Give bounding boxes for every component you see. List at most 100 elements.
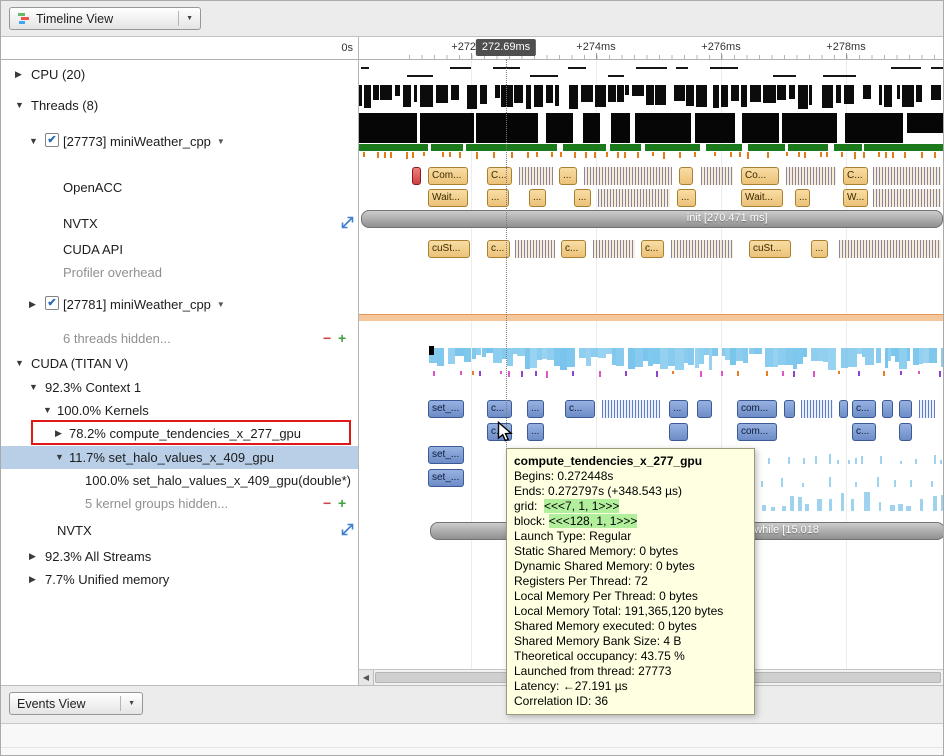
tree-row-11-7-set-halo-values-x-409-gpu[interactable]: ▼11.7% set_halo_values_x_409_gpu bbox=[1, 446, 358, 469]
timeline-event[interactable]: C... bbox=[843, 167, 868, 185]
collapse-icon[interactable]: ▼ bbox=[15, 100, 24, 111]
timeline-event-cluster[interactable] bbox=[671, 240, 733, 258]
timeline-event[interactable]: set_... bbox=[428, 446, 464, 464]
timeline-event[interactable]: cuSt... bbox=[428, 240, 470, 258]
timeline-event[interactable]: Com... bbox=[428, 167, 468, 185]
timeline-event[interactable]: set_... bbox=[428, 400, 464, 418]
timeline-event[interactable]: c... bbox=[561, 240, 586, 258]
tree-row-7-7-unified-memory[interactable]: ▶7.7% Unified memory bbox=[1, 568, 358, 591]
timeline-event[interactable]: Wait... bbox=[741, 189, 783, 207]
tree-row-100-0-kernels[interactable]: ▼100.0% Kernels bbox=[1, 399, 358, 422]
timeline-event[interactable]: Wait... bbox=[428, 189, 468, 207]
events-view-dropdown[interactable]: Events View ▼ bbox=[9, 692, 143, 715]
timeline-event-cluster[interactable] bbox=[519, 167, 553, 185]
timeline-event[interactable]: ... bbox=[677, 189, 696, 207]
nvtx-range-init[interactable]: init [270.471 ms] bbox=[361, 210, 943, 228]
thread-activity-band[interactable] bbox=[359, 314, 944, 321]
timeline-event-cluster[interactable] bbox=[598, 189, 670, 207]
openacc-error-event[interactable] bbox=[412, 167, 421, 185]
timeline-event[interactable]: ... bbox=[811, 240, 828, 258]
timeline-event[interactable]: c... bbox=[852, 423, 876, 441]
tree-row-92-3-all-streams[interactable]: ▶92.3% All Streams bbox=[1, 545, 358, 568]
timeline-event[interactable]: ... bbox=[574, 189, 591, 207]
timeline-event-cluster[interactable] bbox=[515, 240, 555, 258]
timeline-view-dropdown[interactable]: Timeline View ▼ bbox=[9, 7, 201, 30]
chevron-down-icon[interactable]: ▼ bbox=[217, 137, 225, 146]
memory-op-tick bbox=[521, 371, 523, 377]
timeline-event[interactable]: com... bbox=[737, 423, 777, 441]
timeline-event-small[interactable] bbox=[839, 400, 848, 418]
timeline-event[interactable]: ... bbox=[527, 423, 544, 441]
timeline-event[interactable]: ... bbox=[527, 400, 544, 418]
timeline-event-cluster[interactable] bbox=[839, 240, 941, 258]
tree-row-nvtx[interactable]: NVTX bbox=[1, 212, 358, 235]
expand-icon[interactable]: ▶ bbox=[29, 551, 36, 562]
collapse-icon[interactable]: ▼ bbox=[15, 358, 24, 369]
tree-row-cuda-titan-v[interactable]: ▼CUDA (TITAN V) bbox=[1, 352, 358, 375]
tree-row-openacc[interactable]: OpenACC bbox=[1, 176, 358, 199]
timeline-event-cluster[interactable] bbox=[786, 167, 836, 185]
show-row-icon[interactable]: + bbox=[338, 496, 346, 511]
timeline-event-small[interactable] bbox=[899, 400, 912, 418]
timeline-event[interactable]: com... bbox=[737, 400, 777, 418]
timeline-event[interactable]: C... bbox=[487, 167, 512, 185]
timeline-event-cluster[interactable] bbox=[801, 400, 833, 418]
expand-row-icon[interactable] bbox=[341, 216, 354, 232]
timeline-event-small[interactable] bbox=[697, 400, 712, 418]
show-row-icon[interactable]: + bbox=[338, 331, 346, 346]
scroll-left-button[interactable]: ◀ bbox=[359, 670, 374, 685]
collapse-icon[interactable]: ▼ bbox=[43, 405, 52, 416]
collapse-icon[interactable]: ▼ bbox=[29, 136, 38, 147]
timeline-event[interactable]: Co... bbox=[741, 167, 779, 185]
expand-icon[interactable]: ▶ bbox=[55, 428, 62, 439]
tree-row-100-0-set-halo-values-x-409-gpu-double[interactable]: 100.0% set_halo_values_x_409_gpu(double*… bbox=[1, 469, 358, 492]
kernel-tick bbox=[837, 460, 839, 464]
timeline-event[interactable]: c... bbox=[565, 400, 595, 418]
expand-row-icon[interactable] bbox=[341, 523, 354, 539]
collapse-icon[interactable]: ▼ bbox=[55, 452, 64, 463]
chevron-down-icon[interactable]: ▼ bbox=[217, 300, 225, 309]
timeline-event[interactable]: W... bbox=[843, 189, 868, 207]
tree-row-27773-miniweather-cpp[interactable]: ▼✔[27773] miniWeather_cpp▼ bbox=[1, 130, 358, 153]
timeline-event-cluster[interactable] bbox=[873, 189, 941, 207]
timeline-event-cluster[interactable] bbox=[919, 400, 935, 418]
timeline-event[interactable]: set_... bbox=[428, 469, 464, 487]
timeline-event-small[interactable] bbox=[669, 423, 688, 441]
timeline-event[interactable]: c... bbox=[487, 400, 512, 418]
checkbox[interactable]: ✔ bbox=[45, 133, 59, 147]
collapse-icon[interactable]: ▼ bbox=[29, 382, 38, 393]
tree-row-5-kernel-groups-hidden[interactable]: 5 kernel groups hidden...−+ bbox=[1, 492, 358, 515]
timeline-event-cluster[interactable] bbox=[593, 240, 635, 258]
tree-row-6-threads-hidden[interactable]: 6 threads hidden...−+ bbox=[1, 327, 358, 350]
expand-icon[interactable]: ▶ bbox=[29, 574, 36, 585]
hide-row-icon[interactable]: − bbox=[323, 496, 331, 511]
timeline-event[interactable]: ... bbox=[559, 167, 577, 185]
timeline-ruler[interactable]: +272ms +274ms +276ms +278ms 272.69ms bbox=[359, 37, 944, 59]
expand-icon[interactable]: ▶ bbox=[15, 69, 22, 80]
tree-row-profiler-overhead[interactable]: Profiler overhead bbox=[1, 261, 358, 284]
expand-icon[interactable]: ▶ bbox=[29, 299, 36, 310]
timeline-event-cluster[interactable] bbox=[602, 400, 660, 418]
tree-row-threads-8[interactable]: ▼Threads (8) bbox=[1, 94, 358, 117]
hide-row-icon[interactable]: − bbox=[323, 331, 331, 346]
timeline-event-small[interactable] bbox=[882, 400, 893, 418]
timeline-event-cluster[interactable] bbox=[873, 167, 941, 185]
tree-row-27781-miniweather-cpp[interactable]: ▶✔[27781] miniWeather_cpp▼ bbox=[1, 293, 358, 316]
tree-row-cpu-20[interactable]: ▶CPU (20) bbox=[1, 63, 358, 86]
tree-row-nvtx[interactable]: NVTX bbox=[1, 519, 358, 542]
timeline-event[interactable]: ... bbox=[795, 189, 810, 207]
timeline-event-cluster[interactable] bbox=[584, 167, 672, 185]
timeline-event-small[interactable] bbox=[679, 167, 693, 185]
timeline-event-small[interactable] bbox=[784, 400, 795, 418]
checkbox[interactable]: ✔ bbox=[45, 296, 59, 310]
tree-row-cuda-api[interactable]: CUDA API bbox=[1, 238, 358, 261]
timeline-event-cluster[interactable] bbox=[701, 167, 733, 185]
timeline-event[interactable]: cuSt... bbox=[749, 240, 791, 258]
timeline-event[interactable]: c... bbox=[641, 240, 664, 258]
tree-row-78-2-compute-tendencies-x-277-gpu[interactable]: ▶78.2% compute_tendencies_x_277_gpu bbox=[1, 422, 358, 445]
timeline-event-small[interactable] bbox=[899, 423, 912, 441]
tree-row-92-3-context-1[interactable]: ▼92.3% Context 1 bbox=[1, 376, 358, 399]
timeline-event[interactable]: c... bbox=[852, 400, 876, 418]
timeline-event[interactable]: ... bbox=[669, 400, 688, 418]
timeline-event[interactable]: ... bbox=[529, 189, 546, 207]
